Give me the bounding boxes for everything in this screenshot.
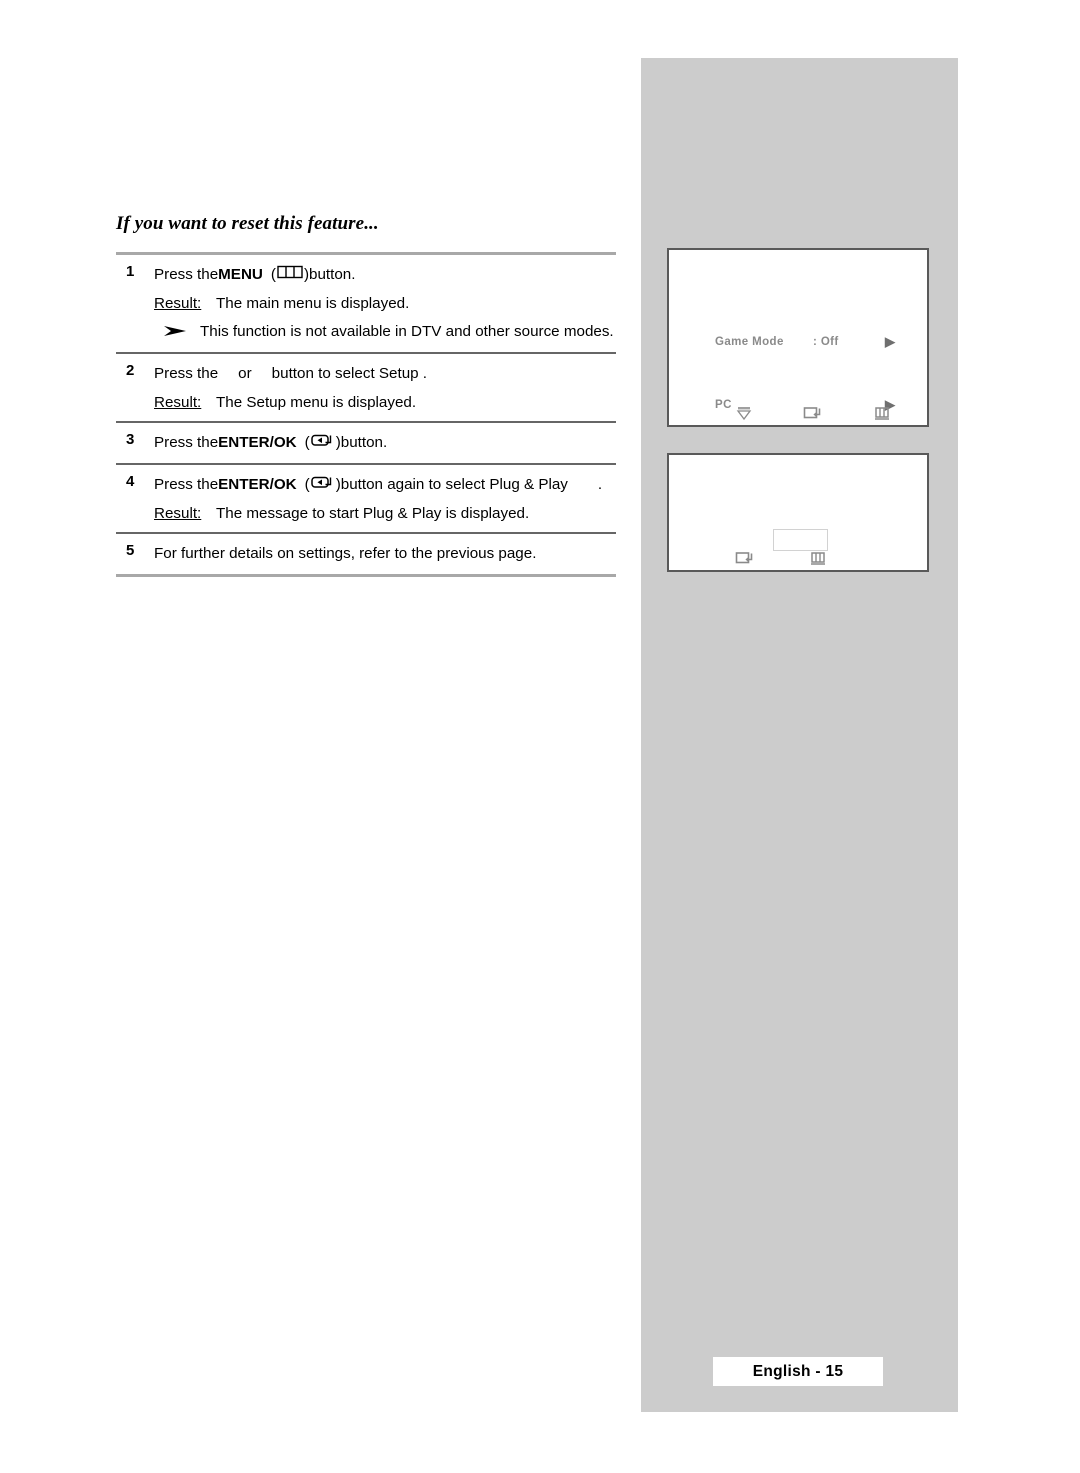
step-result: Result: The main menu is displayed.	[154, 287, 616, 314]
result-label: Result:	[154, 295, 202, 312]
step-body: Press the ENTER/OK ( ) button again to s…	[154, 472, 616, 524]
step-number: 5	[126, 542, 135, 559]
step-row-4: 4 Press the ENTER/OK ( ) button again to…	[116, 465, 616, 532]
page-number-label: English - 15	[752, 1362, 844, 1380]
step-body: Press the ENTER/OK ( ) button.	[154, 430, 616, 455]
osd-icon-bar	[669, 550, 927, 566]
osd-row-game-mode: Game Mode : Off ▶	[715, 335, 895, 348]
step-number: 1	[126, 263, 135, 280]
table-rule-bottom	[116, 574, 616, 577]
button-name-enter-ok: ENTER/OK	[218, 434, 297, 451]
step-text-tail: .	[597, 476, 603, 493]
step-instruction: Press the ENTER/OK ( ) button.	[154, 430, 616, 455]
main-content: If you want to reset this feature... 1 P…	[116, 213, 616, 577]
osd-icon-bar	[669, 405, 927, 421]
button-name-enter-ok: ENTER/OK	[218, 476, 297, 493]
enter-icon	[735, 550, 755, 566]
step-number: 4	[126, 473, 135, 490]
result-text: The main menu is displayed.	[216, 295, 410, 312]
osd-value-game-mode: : Off	[813, 335, 839, 348]
paren-open: (	[270, 266, 276, 283]
step-body: For further details on settings, refer t…	[154, 541, 616, 566]
paren-open: (	[304, 434, 310, 451]
page-heading: If you want to reset this feature...	[116, 213, 379, 234]
step-note: This function is not available in DTV an…	[154, 314, 616, 344]
step-instruction: Press the MENU ( ) button.	[154, 262, 616, 287]
osd-screenshot-setup-menu: Game Mode : Off ▶ PC ▶	[667, 248, 929, 427]
step-row-5: 5 For further details on settings, refer…	[116, 534, 616, 574]
result-label: Result:	[154, 505, 202, 522]
step-text-pre: Press the	[154, 476, 219, 493]
enter-ok-button-icon	[310, 433, 335, 447]
note-text: This function is not available in DTV an…	[200, 323, 614, 340]
step-row-2: 2 Press the or button to select Setup . …	[116, 354, 616, 421]
step-text-post: button.	[309, 266, 356, 283]
step-text-post: button again to select Plug & Play	[340, 476, 568, 493]
step-number: 3	[126, 431, 135, 448]
step-result: Result: The Setup menu is displayed.	[154, 386, 616, 413]
menu-button-icon	[277, 265, 303, 279]
button-name-menu: MENU	[218, 266, 263, 283]
return-menu-icon	[873, 405, 891, 421]
step-body: Press the or button to select Setup . Re…	[154, 361, 616, 413]
step-text-pre: Press the	[154, 365, 219, 382]
enter-icon	[803, 405, 823, 421]
step-result: Result: The message to start Plug & Play…	[154, 497, 616, 524]
step-text-pre: Press the	[154, 266, 219, 283]
osd-screenshot-plug-and-play	[667, 453, 929, 572]
step-row-3: 3 Press the ENTER/OK ( ) button.	[116, 423, 616, 463]
enter-ok-button-icon	[310, 475, 335, 489]
step-text-mid: or	[238, 365, 252, 382]
result-label: Result:	[154, 394, 202, 411]
step-text-pre: Press the	[154, 434, 219, 451]
step-number: 2	[126, 362, 135, 379]
osd-label-game-mode: Game Mode	[715, 335, 784, 348]
result-text: The Setup menu is displayed.	[216, 394, 417, 411]
step-text-post: button.	[340, 434, 388, 451]
step-body: Press the MENU ( ) button. Result: The m…	[154, 262, 616, 344]
note-arrow-icon	[154, 322, 200, 344]
step-text-post: button to select Setup .	[271, 365, 428, 382]
steps-table: 1 Press the MENU ( ) button. Result: The…	[116, 252, 616, 577]
step-instruction: Press the ENTER/OK ( ) button again to s…	[154, 472, 616, 497]
osd-highlight-box	[773, 529, 828, 551]
chevron-right-icon: ▶	[885, 334, 896, 349]
result-text: The message to start Plug & Play is disp…	[216, 505, 530, 522]
return-menu-icon	[809, 550, 827, 566]
right-illustration-panel: Game Mode : Off ▶ PC ▶ English - 15	[641, 58, 958, 1412]
step-row-1: 1 Press the MENU ( ) button. Result: The…	[116, 255, 616, 352]
page-number-tag: English - 15	[713, 1357, 883, 1386]
step-instruction: Press the or button to select Setup .	[154, 361, 616, 386]
move-down-icon	[735, 405, 753, 421]
paren-open: (	[304, 476, 310, 493]
step-instruction: For further details on settings, refer t…	[154, 545, 537, 562]
